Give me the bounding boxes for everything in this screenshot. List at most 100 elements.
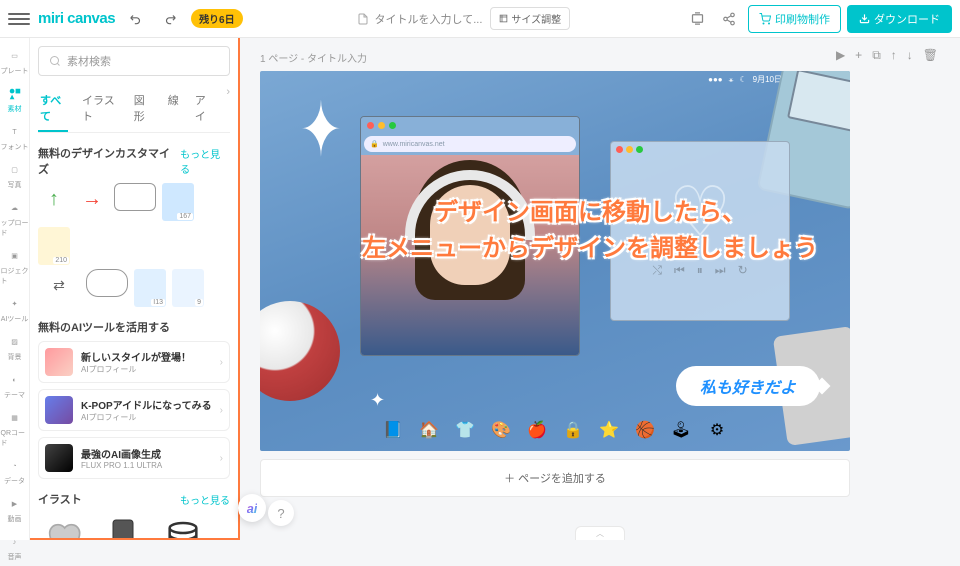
asset-arrow-up[interactable]: ↑ [38, 183, 70, 215]
bluetooth-icon: ⚹ [729, 75, 734, 85]
chevron-right-icon[interactable]: › [226, 86, 230, 132]
sparkle-decoration: ✦ [370, 390, 385, 411]
dock-icon: 👕 [452, 417, 478, 443]
app-logo[interactable]: miri canvas [38, 10, 115, 27]
rail-ai[interactable]: ✦AIツール [1, 292, 29, 328]
ai-tool-item[interactable]: 新しいスタイルが登場！AIプロフィール› [38, 341, 230, 383]
rail-project[interactable]: ▣ロジェクト [1, 244, 29, 290]
music-player-window: ♡ ⤭ ⏮ ⏸ ⏭ ↻ [610, 141, 790, 321]
ai-tool-item[interactable]: 最強のAI画像生成FLUX PRO 1.1 ULTRA› [38, 437, 230, 479]
rail-photo[interactable]: ▢写真 [1, 158, 29, 194]
elements-panel: 素材検索 すべて イラスト 図形 線 アイ › 無料のデザインカスタマイズもっと… [30, 38, 240, 540]
undo-button[interactable] [123, 6, 149, 32]
tab-all[interactable]: すべて [38, 86, 68, 132]
see-more-link[interactable]: もっと見る [180, 146, 230, 176]
folder-icon: ▣ [7, 248, 23, 264]
resize-icon [499, 14, 508, 23]
illust-heart[interactable] [38, 513, 88, 540]
dock-icon: 🕹 [668, 417, 694, 443]
plus-icon[interactable]: + [855, 48, 862, 63]
dock-icon: ⚙ [704, 417, 730, 443]
dock-icon: 🎨 [488, 417, 514, 443]
browser-window: 🔒www.miricanvas.net [360, 116, 580, 356]
chart-icon: ◔ [7, 458, 23, 474]
video-icon: ▶ [7, 496, 23, 512]
ai-tool-item[interactable]: K-POPアイドルになってみるAIプロフィール› [38, 389, 230, 431]
sparkle-decoration: ✦ [300, 87, 342, 174]
dock: 📘 🏠 👕 🎨 🍎 🔒 ⭐ 🏀 🕹 ⚙ [380, 417, 730, 443]
section-title: 無料のAIツールを活用する [38, 319, 170, 335]
pause-icon: ⏸ [697, 263, 703, 278]
rail-background[interactable]: ▨背景 [1, 330, 29, 366]
page-tools: ▶ + ⧉ ↑ ↓ 🗑 [836, 48, 938, 63]
asset-rect-yellow[interactable]: 210 [38, 227, 70, 265]
rail-upload[interactable]: ☁ップロード [1, 196, 29, 242]
download-button[interactable]: ダウンロード [847, 5, 952, 33]
search-icon [49, 55, 61, 67]
left-rail: ▭プレート 素材 Tフォント ▢写真 ☁ップロード ▣ロジェクト ✦AIツール … [0, 38, 30, 540]
dock-icon: 🏠 [416, 417, 442, 443]
wifi-icon: ●●● [708, 75, 723, 84]
section-title: 無料のデザインカスタマイズ [38, 145, 180, 177]
next-icon: ⏭ [715, 263, 726, 278]
moon-icon: ☾ [739, 75, 746, 84]
rail-video[interactable]: ▶動画 [1, 492, 29, 528]
share-button[interactable] [716, 6, 742, 32]
down-icon[interactable]: ↓ [907, 48, 913, 63]
search-input[interactable]: 素材検索 [38, 46, 230, 76]
asset-speech-bubble[interactable] [114, 183, 156, 211]
file-icon [357, 13, 369, 25]
rail-template[interactable]: ▭プレート [1, 44, 29, 80]
ai-thumb [45, 396, 73, 424]
rail-text[interactable]: Tフォント [1, 120, 29, 156]
see-more-link[interactable]: もっと見る [180, 492, 230, 507]
dock-icon: ⭐ [596, 417, 622, 443]
page-drawer-handle[interactable]: ︿ [575, 526, 625, 540]
template-icon: ▭ [7, 48, 23, 64]
asset-rect-blue[interactable]: 167 [162, 183, 194, 221]
tab-illust[interactable]: イラスト [80, 86, 120, 132]
tab-shapes[interactable]: 図形 [132, 86, 154, 132]
title-input[interactable]: タイトルを入力して... [357, 11, 483, 27]
rail-theme[interactable]: ◐テーマ [1, 368, 29, 404]
tab-icons[interactable]: アイ [193, 86, 215, 132]
illust-coins[interactable] [158, 513, 208, 540]
menu-icon[interactable] [8, 8, 30, 30]
help-button[interactable]: ? [268, 500, 294, 526]
copy-icon[interactable]: ⧉ [872, 48, 881, 63]
size-adjust-button[interactable]: サイズ調整 [490, 7, 570, 30]
redo-button[interactable] [157, 6, 183, 32]
asset-rect-blue2[interactable]: I13 [134, 269, 166, 307]
chevron-right-icon: › [220, 357, 223, 368]
section-title: イラスト [38, 491, 82, 507]
lock-icon: 🔒 [370, 140, 379, 148]
ai-thumb [45, 444, 73, 472]
dock-icon: 🔒 [560, 417, 586, 443]
cart-icon [759, 13, 771, 25]
rail-data[interactable]: ◔データ [1, 454, 29, 490]
asset-arrow-right[interactable]: → [76, 183, 108, 215]
rail-qr[interactable]: ▦QRコード [1, 406, 29, 452]
ai-fab[interactable]: ai [238, 494, 266, 522]
download-icon [859, 13, 870, 24]
asset-rect[interactable]: 9 [172, 269, 204, 307]
asset-round-bubble[interactable] [86, 269, 128, 297]
prev-icon: ⏮ [674, 263, 685, 278]
up-icon[interactable]: ↑ [891, 48, 897, 63]
dock-icon: 🍎 [524, 417, 550, 443]
history-button[interactable] [684, 6, 710, 32]
slides-icon [690, 11, 705, 26]
rail-elements[interactable]: 素材 [1, 82, 29, 118]
play-icon[interactable]: ▶ [836, 48, 845, 63]
design-canvas[interactable]: ●●● ⚹ ☾ 9月10日（月）午後12:00 ✦ 🔒www.miricanva… [260, 71, 850, 451]
heart-icon: ♡ [611, 171, 789, 253]
share-icon [722, 12, 736, 26]
asset-arrows-rotate[interactable]: ⇄ [38, 269, 80, 301]
print-button[interactable]: 印刷物制作 [748, 5, 841, 33]
tab-lines[interactable]: 線 [166, 86, 181, 132]
illust-phone[interactable] [98, 513, 148, 540]
rail-audio[interactable]: ♪音声 [1, 530, 29, 566]
trial-days-badge[interactable]: 残り6日 [191, 9, 243, 28]
add-page-button[interactable]: ＋ ページを追加する [260, 459, 850, 497]
trash-icon[interactable]: 🗑 [923, 48, 938, 63]
